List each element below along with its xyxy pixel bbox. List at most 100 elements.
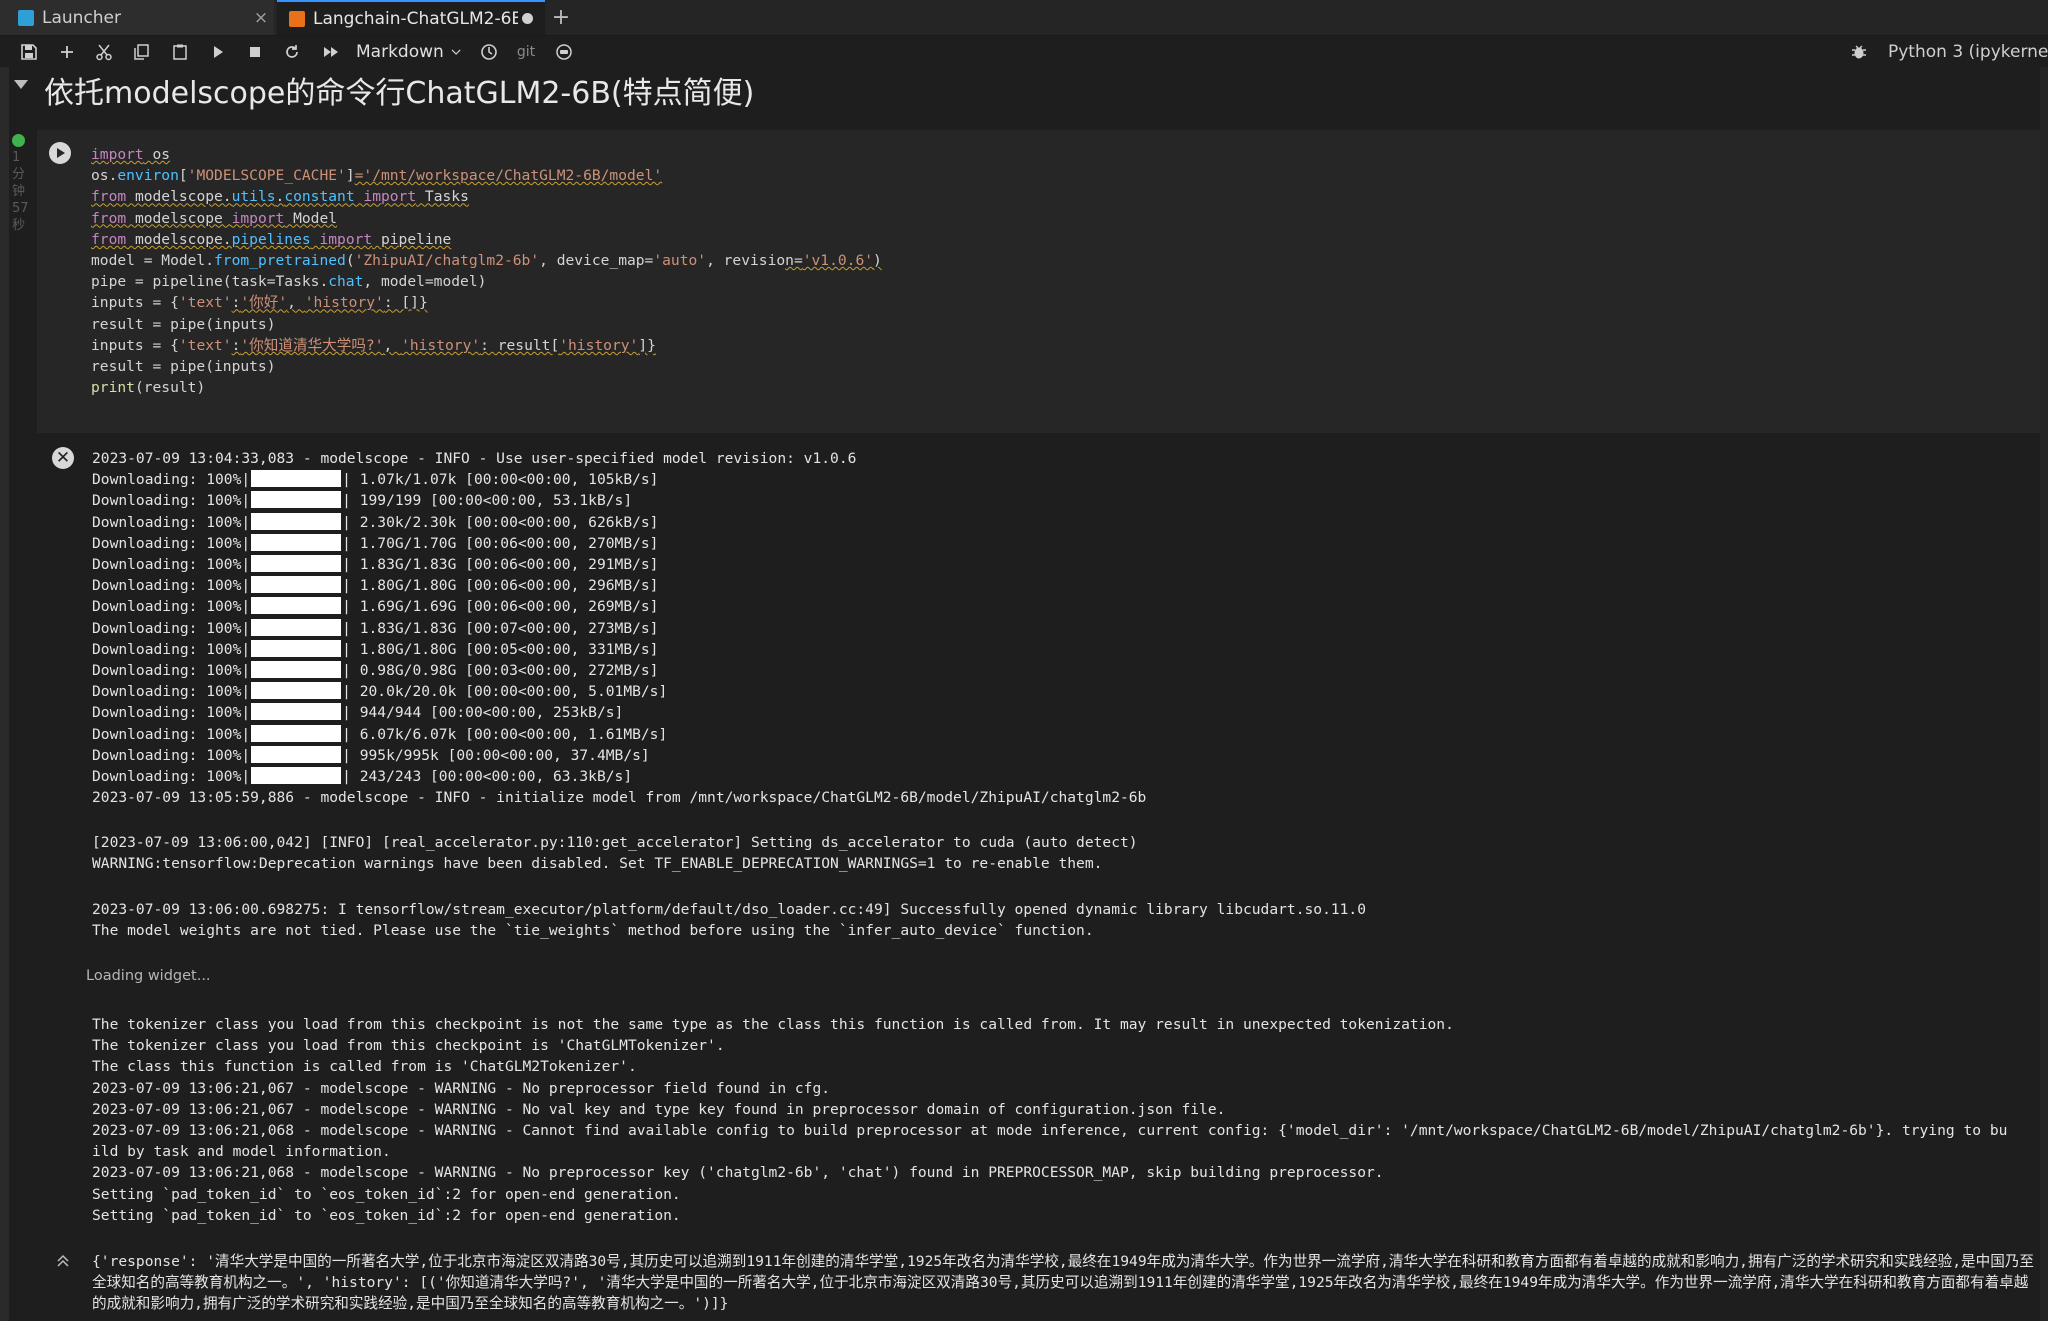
insert-cell-button[interactable] — [56, 39, 78, 64]
download-stats: | 1.80G/1.80G [00:05<00:00, 331MB/s] — [342, 640, 659, 658]
download-label: Downloading: 100%| — [92, 534, 251, 552]
new-tab-button[interactable]: + — [548, 0, 574, 35]
output-accelerator: [2023-07-09 13:06:00,042] [INFO] [real_a… — [92, 832, 1138, 874]
progress-bar — [251, 491, 342, 509]
download-stats: | 944/944 [00:00<00:00, 253kB/s] — [342, 704, 624, 722]
log-block: The tokenizer class you load from this c… — [92, 1016, 2008, 1224]
download-label: Downloading: 100%| — [92, 492, 251, 510]
cell-type-label: Markdown — [356, 41, 444, 62]
run-all-button[interactable] — [319, 39, 343, 64]
download-label: Downloading: 100%| — [92, 704, 251, 722]
git-button[interactable]: git — [515, 39, 537, 64]
progress-bar — [251, 576, 342, 594]
download-stats: | 2.30k/2.30k [00:00<00:00, 626kB/s] — [342, 513, 659, 531]
progress-bar — [251, 597, 342, 615]
download-stats: | 20.0k/20.0k [00:00<00:00, 5.01MB/s] — [342, 683, 668, 701]
collapse-caret-icon[interactable] — [14, 80, 28, 89]
scissors-icon — [96, 44, 112, 60]
check-icon — [12, 134, 25, 147]
download-line: Downloading: 100%| | 1.80G/1.80G [00:05<0… — [92, 639, 659, 658]
bug-icon — [1852, 45, 1866, 58]
download-stats: | 1.70G/1.70G [00:06<00:00, 270MB/s] — [342, 534, 659, 552]
download-label: Downloading: 100%| — [92, 768, 251, 786]
download-label: Downloading: 100%| — [92, 598, 251, 616]
collapse-output-icon[interactable] — [56, 1254, 70, 1268]
tab-label: Langchain-ChatGLM2-6B-Ali — [313, 8, 518, 29]
stop-button[interactable] — [244, 39, 266, 64]
download-line: Downloading: 100%| | 199/199 [00:00<00:00… — [92, 491, 633, 510]
tab-label: Launcher — [42, 7, 122, 28]
scrollbar[interactable] — [2040, 67, 2048, 1321]
progress-bar — [251, 533, 342, 551]
left-gutter — [0, 67, 9, 1321]
download-line: Downloading: 100%| | 1.80G/1.80G [00:06<0… — [92, 576, 659, 595]
unsaved-dot-icon[interactable] — [522, 13, 533, 24]
clock-icon — [481, 43, 497, 60]
refresh-icon — [286, 44, 298, 58]
paste-button[interactable] — [169, 39, 191, 64]
progress-bar — [251, 745, 342, 763]
copy-button[interactable] — [130, 39, 152, 64]
chevron-down-icon — [451, 49, 461, 55]
download-label: Downloading: 100%| — [92, 619, 251, 637]
download-stats: | 243/243 [00:00<00:00, 63.3kB/s] — [342, 768, 633, 786]
download-label: Downloading: 100%| — [92, 577, 251, 595]
code-editor[interactable]: import os os.environ['MODELSCOPE_CACHE']… — [91, 144, 882, 398]
download-label: Downloading: 100%| — [92, 471, 251, 489]
download-line: Downloading: 100%| | 1.07k/1.07k [00:00<0… — [92, 470, 658, 489]
extension-button[interactable] — [553, 39, 575, 64]
output-init: 2023-07-09 13:05:59,886 - modelscope - I… — [92, 787, 1146, 808]
cell-type-select[interactable]: Markdown — [356, 39, 462, 64]
cut-button[interactable] — [93, 39, 115, 64]
clear-output-icon[interactable]: ✕ — [52, 447, 74, 469]
download-line: Downloading: 100%| | 0.98G/0.98G [00:03<0… — [92, 661, 659, 680]
tab-notebook[interactable]: Langchain-ChatGLM2-6B-Ali — [277, 0, 545, 35]
download-line: Downloading: 100%| | 995k/995k [00:00<00:… — [92, 745, 650, 764]
progress-bar — [251, 639, 342, 657]
download-stats: | 995k/995k [00:00<00:00, 37.4MB/s] — [342, 746, 650, 764]
clipboard-icon — [173, 44, 187, 60]
plus-icon — [61, 45, 73, 58]
download-line: Downloading: 100%| | 2.30k/2.30k [00:00<0… — [92, 512, 659, 531]
download-line: Downloading: 100%| | 1.83G/1.83G [00:07<0… — [92, 618, 659, 637]
download-line: Downloading: 100%| | 20.0k/20.0k [00:00<0… — [92, 682, 668, 701]
loading-widget: Loading widget... — [86, 968, 211, 984]
download-stats: | 199/199 [00:00<00:00, 53.1kB/s] — [342, 492, 633, 510]
close-icon[interactable]: × — [248, 8, 274, 28]
download-label: Downloading: 100%| — [92, 746, 251, 764]
download-stats: | 1.83G/1.83G [00:07<00:00, 273MB/s] — [342, 619, 659, 637]
history-button[interactable] — [478, 39, 500, 64]
download-line: Downloading: 100%| | 1.83G/1.83G [00:06<0… — [92, 555, 658, 573]
notebook-toolbar: Markdown git Python 3 (ipykernel) — [0, 36, 2048, 67]
download-line: Downloading: 100%| | 1.69G/1.69G [00:06<0… — [92, 597, 658, 616]
log-block: 2023-07-09 13:06:00.698275: I tensorflow… — [92, 901, 1366, 940]
log-block: [2023-07-09 13:06:00,042] [INFO] [real_a… — [92, 834, 1138, 873]
fast-forward-icon — [324, 46, 338, 57]
download-line: Downloading: 100%| | 944/944 [00:00<00:00… — [92, 703, 624, 722]
log-line: 2023-07-09 13:04:33,083 - modelscope - I… — [92, 450, 857, 467]
download-label: Downloading: 100%| — [92, 513, 251, 531]
download-stats: | 1.80G/1.80G [00:06<00:00, 296MB/s] — [342, 577, 659, 595]
kernel-name[interactable]: Python 3 (ipykernel) — [1888, 42, 2048, 62]
progress-bar — [251, 724, 342, 742]
download-label: Downloading: 100%| — [92, 640, 251, 658]
play-icon — [214, 45, 223, 58]
markdown-heading: 依托modelscope的命令行ChatGLM2-6B(特点简便) — [44, 76, 755, 111]
restart-button[interactable] — [281, 39, 303, 64]
stop-icon — [250, 46, 260, 57]
run-cell-button[interactable] — [49, 142, 71, 164]
download-stats: | 0.98G/0.98G [00:03<00:00, 272MB/s] — [342, 662, 659, 680]
debugger-button[interactable] — [1848, 39, 1870, 64]
output-warnings: The tokenizer class you load from this c… — [92, 1014, 2007, 1226]
run-button[interactable] — [207, 39, 229, 64]
progress-bar — [251, 470, 342, 488]
download-line: Downloading: 100%| | 1.70G/1.70G [00:06<0… — [92, 533, 659, 552]
progress-bar — [251, 661, 342, 679]
progress-bar — [251, 512, 342, 530]
save-button[interactable] — [18, 39, 40, 64]
download-label: Downloading: 100%| — [92, 662, 251, 680]
git-label: git — [516, 43, 536, 60]
tab-launcher[interactable]: Launcher × — [0, 0, 274, 35]
execution-time: 1分钟57秒 — [12, 150, 29, 233]
download-label: Downloading: 100%| — [92, 683, 251, 701]
